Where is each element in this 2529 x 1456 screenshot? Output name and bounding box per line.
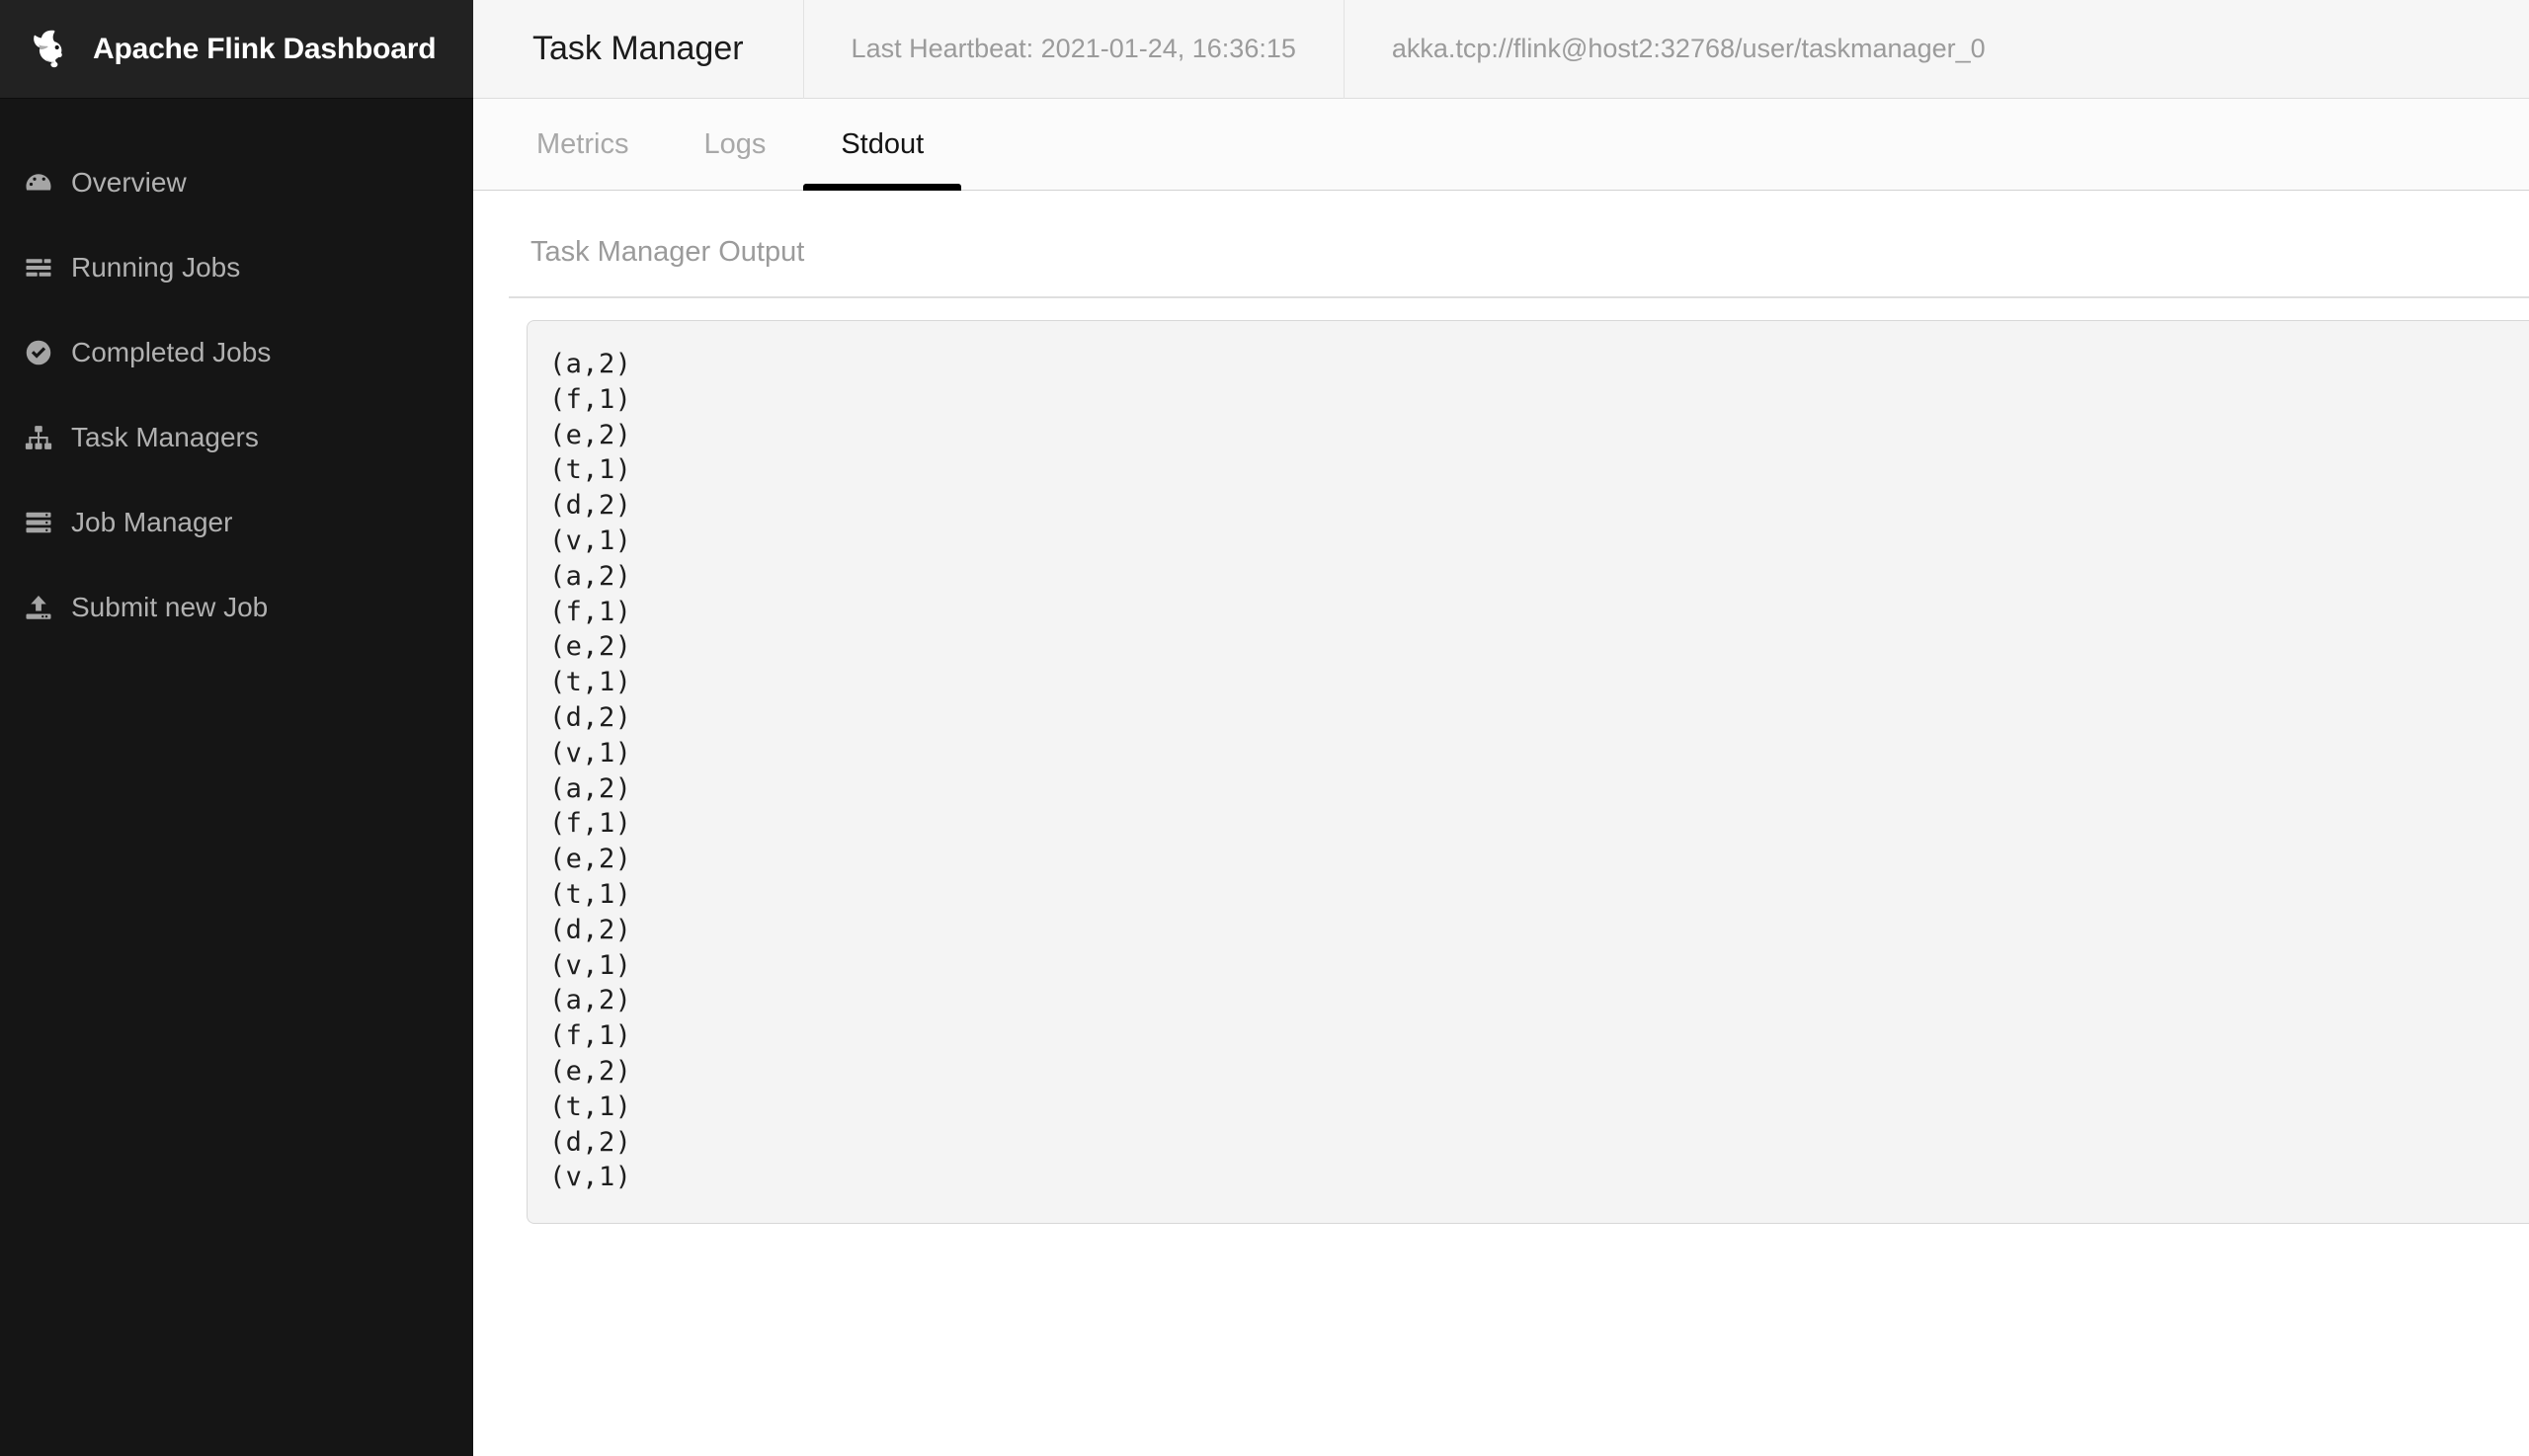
output-line: (v,1) <box>549 1162 632 1193</box>
sitemap-icon <box>22 421 55 454</box>
output-line: (f,1) <box>549 596 632 627</box>
tab-metrics[interactable]: Metrics <box>499 99 666 190</box>
flink-squirrel-icon <box>22 22 77 77</box>
output-line: (a,2) <box>549 560 632 592</box>
output-line: (d,2) <box>549 701 632 733</box>
output-line: (f,1) <box>549 808 632 840</box>
output-line: (f,1) <box>549 383 632 415</box>
sidebar-item-running-jobs[interactable]: Running Jobs <box>0 225 473 310</box>
sidebar-item-label: Job Manager <box>71 507 233 537</box>
output-line: (d,2) <box>549 914 632 945</box>
sidebar-item-submit-new-job[interactable]: Submit new Job <box>0 565 473 650</box>
output-line: (v,1) <box>549 949 632 981</box>
server-stack-icon <box>22 506 55 539</box>
page-title: Task Manager <box>473 0 804 99</box>
content-area: Task Manager Output (a,2) (f,1) (e,2) (t… <box>473 191 2529 1456</box>
output-line: (v,1) <box>549 525 632 556</box>
sidebar-item-overview[interactable]: Overview <box>0 140 473 225</box>
sidebar-item-task-managers[interactable]: Task Managers <box>0 395 473 480</box>
output-line: (d,2) <box>549 490 632 522</box>
sidebar: Apache Flink Dashboard Overview Running … <box>0 0 473 1456</box>
sidebar-item-job-manager[interactable]: Job Manager <box>0 480 473 565</box>
taskmanager-output-box[interactable]: (a,2) (f,1) (e,2) (t,1) (d,2) (v,1) (a,2… <box>527 320 2529 1225</box>
main-panel: Task Manager Last Heartbeat: 2021-01-24,… <box>473 0 2529 1456</box>
check-circle-icon <box>22 336 55 369</box>
sidebar-item-label: Completed Jobs <box>71 337 272 367</box>
flink-dashboard-app: Apache Flink Dashboard Overview Running … <box>0 0 2529 1456</box>
output-line: (v,1) <box>549 737 632 768</box>
brand-title: Apache Flink Dashboard <box>93 32 437 65</box>
last-heartbeat: Last Heartbeat: 2021-01-24, 16:36:15 <box>804 0 1345 99</box>
output-line: (a,2) <box>549 772 632 804</box>
topbar: Task Manager Last Heartbeat: 2021-01-24,… <box>473 0 2529 99</box>
sidebar-nav: Overview Running Jobs Completed Jobs Tas… <box>0 99 473 650</box>
sidebar-item-label: Overview <box>71 167 187 198</box>
brand-header[interactable]: Apache Flink Dashboard <box>0 0 473 99</box>
sidebar-item-completed-jobs[interactable]: Completed Jobs <box>0 310 473 395</box>
output-line: (e,2) <box>549 419 632 450</box>
output-line: (t,1) <box>549 878 632 910</box>
output-line: (t,1) <box>549 454 632 486</box>
tab-stdout[interactable]: Stdout <box>803 99 962 191</box>
sidebar-item-label: Running Jobs <box>71 252 241 283</box>
taskmanager-address: akka.tcp://flink@host2:32768/user/taskma… <box>1391 34 1986 63</box>
output-line: (e,2) <box>549 1055 632 1087</box>
tab-logs[interactable]: Logs <box>666 99 803 190</box>
dashboard-gauge-icon <box>22 166 55 200</box>
output-label: Task Manager Output <box>530 236 805 268</box>
output-line: (e,2) <box>549 631 632 663</box>
list-bars-icon <box>22 251 55 284</box>
output-line: (t,1) <box>549 1091 632 1122</box>
output-line: (a,2) <box>549 985 632 1016</box>
sidebar-item-label: Task Managers <box>71 422 259 452</box>
output-line: (f,1) <box>549 1020 632 1052</box>
tabbar: Metrics Logs Stdout <box>473 99 2529 191</box>
output-line: (a,2) <box>549 349 632 379</box>
sidebar-item-label: Submit new Job <box>71 592 269 622</box>
output-line: (d,2) <box>549 1126 632 1158</box>
upload-icon <box>22 591 55 624</box>
output-line: (t,1) <box>549 667 632 698</box>
output-wrap: (a,2) (f,1) (e,2) (t,1) (d,2) (v,1) (a,2… <box>473 298 2529 1456</box>
output-line: (e,2) <box>549 844 632 875</box>
